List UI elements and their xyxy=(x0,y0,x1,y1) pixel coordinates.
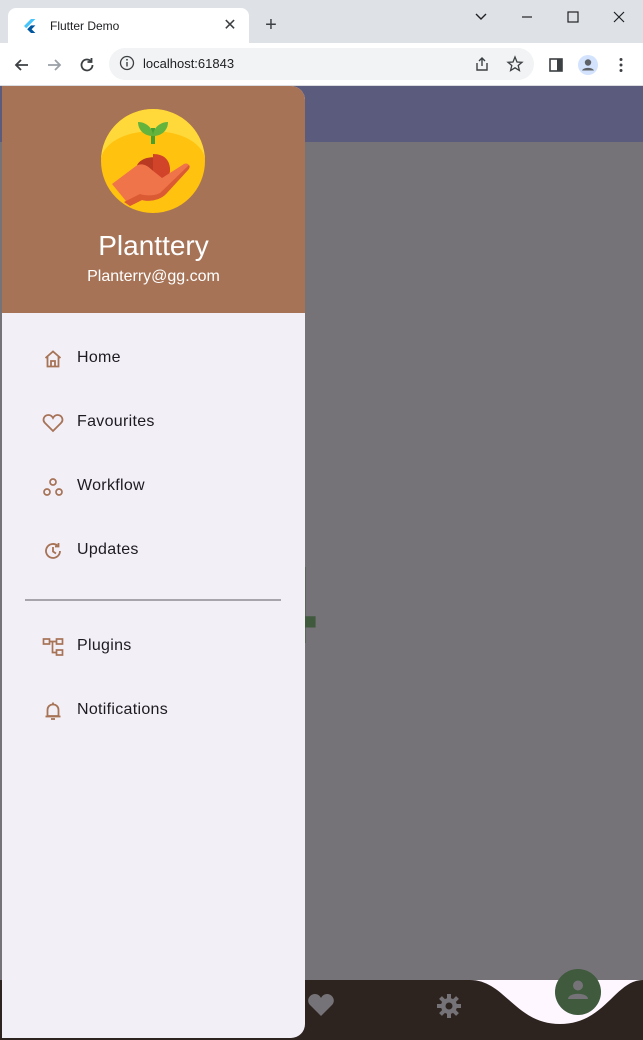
address-bar[interactable]: localhost:61843 xyxy=(109,48,534,80)
browser-tabstrip: Flutter Demo ✕ + xyxy=(0,0,643,43)
heart-icon[interactable] xyxy=(306,992,336,1018)
site-info-icon[interactable] xyxy=(119,55,135,76)
drawer-item-label: Workflow xyxy=(77,477,145,494)
menu-dots-icon[interactable] xyxy=(609,53,633,77)
drawer-item-favourites[interactable]: Favourites xyxy=(2,396,305,452)
updates-icon xyxy=(42,540,64,562)
chevron-down-icon[interactable] xyxy=(470,6,492,28)
browser-toolbar: localhost:61843 xyxy=(0,43,643,86)
drawer-item-label: Plugins xyxy=(77,637,132,654)
flutter-icon xyxy=(22,18,38,34)
heart-icon xyxy=(42,412,64,434)
home-icon xyxy=(42,348,64,370)
drawer-item-label: Favourites xyxy=(77,413,155,430)
drawer-item-updates[interactable]: Updates xyxy=(2,524,305,580)
forward-icon[interactable] xyxy=(42,53,66,77)
side-panel-icon[interactable] xyxy=(544,53,568,77)
reload-icon[interactable] xyxy=(75,53,99,77)
minimize-icon[interactable] xyxy=(516,6,538,28)
tab-close-icon[interactable]: ✕ xyxy=(221,17,239,35)
browser-tab[interactable]: Flutter Demo ✕ xyxy=(8,8,249,43)
maximize-icon[interactable] xyxy=(562,6,584,28)
plugins-icon xyxy=(42,636,64,658)
drawer-item-label: Updates xyxy=(77,541,139,558)
close-window-icon[interactable] xyxy=(608,6,630,28)
workflow-icon xyxy=(42,476,64,498)
drawer-item-home[interactable]: Home xyxy=(2,332,305,388)
drawer-item-notifications[interactable]: Notifications xyxy=(2,684,305,740)
star-icon[interactable] xyxy=(506,55,524,78)
settings-icon[interactable] xyxy=(434,991,464,1021)
drawer-user-name: Planttery xyxy=(98,230,209,261)
bell-icon xyxy=(42,700,64,722)
plant-logo-icon xyxy=(100,108,206,214)
person-icon xyxy=(565,977,591,1008)
drawer-item-plugins[interactable]: Plugins xyxy=(2,620,305,676)
drawer-divider xyxy=(25,599,281,601)
share-icon[interactable] xyxy=(473,55,491,78)
drawer-item-label: Notifications xyxy=(77,701,169,718)
new-tab-button[interactable]: + xyxy=(260,14,282,36)
tab-title: Flutter Demo xyxy=(50,18,120,33)
navigation-drawer: Planttery Planterry@gg.com Home Favourit… xyxy=(2,86,305,1038)
drawer-item-workflow[interactable]: Workflow xyxy=(2,460,305,516)
profile-icon[interactable] xyxy=(576,53,600,77)
flutter-app: 4 xyxy=(0,86,643,1040)
profile-fab[interactable] xyxy=(555,969,601,1015)
back-icon[interactable] xyxy=(10,53,34,77)
drawer-user-email: Planterry@gg.com xyxy=(87,268,220,285)
drawer-item-label: Home xyxy=(77,349,121,366)
drawer-header: Planttery Planterry@gg.com xyxy=(2,86,305,313)
url-text: localhost:61843 xyxy=(143,56,235,71)
